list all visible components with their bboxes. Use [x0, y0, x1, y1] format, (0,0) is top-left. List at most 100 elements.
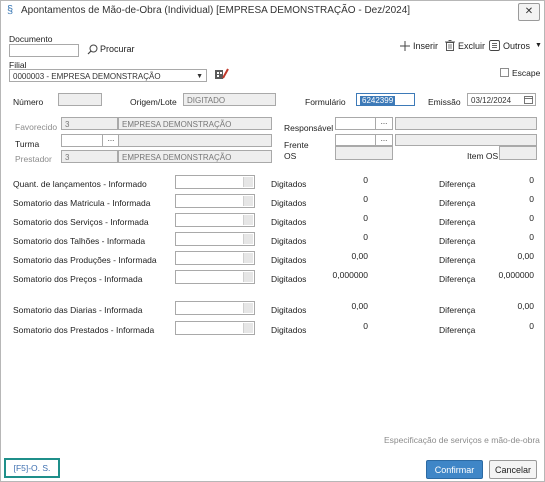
- frente-label: Frente: [284, 140, 309, 150]
- excluir-label: Excluir: [458, 41, 486, 51]
- diferenca-value: 0: [529, 213, 534, 223]
- confirmar-button[interactable]: Confirmar: [426, 460, 483, 479]
- responsavel-lookup-button[interactable]: ...: [375, 117, 393, 130]
- cancelar-button[interactable]: Cancelar: [489, 460, 537, 479]
- totals-row-label: Somatorio das Matricula - Informada: [13, 198, 151, 208]
- numero-label: Número: [13, 97, 44, 107]
- f5-os-button[interactable]: [F5]-O. S.: [4, 458, 60, 478]
- diferenca-label: Diferença: [439, 217, 476, 227]
- close-button[interactable]: ✕: [518, 3, 540, 21]
- outros-label: Outros: [503, 41, 531, 51]
- diferenca-label: Diferença: [439, 236, 476, 246]
- diferenca-value: 0,00: [517, 251, 534, 261]
- escape-checkbox[interactable]: [500, 68, 509, 77]
- totals-informado-input[interactable]: [175, 175, 255, 189]
- especificacao-label: Especificação de serviços e mão-de-obra: [384, 435, 540, 445]
- edit-company-icon: [215, 68, 229, 79]
- prestador-name: EMPRESA DEMONSTRAÇÃO: [118, 150, 272, 163]
- item-os-field: [499, 146, 537, 160]
- totals-row-label: Somatorio dos Preços - Informada: [13, 274, 143, 284]
- totals-informado-input[interactable]: [175, 194, 255, 208]
- totals-informado-input[interactable]: [175, 251, 255, 265]
- emissao-label: Emissão: [428, 97, 461, 107]
- responsavel-name: [395, 117, 537, 130]
- digitados-value: 0: [363, 213, 368, 223]
- diferenca-label: Diferença: [439, 198, 476, 208]
- totals-informado-input[interactable]: [175, 301, 255, 315]
- filial-select[interactable]: 0000003 - EMPRESA DEMONSTRAÇÃO ▼: [9, 69, 207, 82]
- calculator-icon[interactable]: [243, 215, 253, 225]
- trash-icon: [445, 40, 455, 51]
- prestador-label: Prestador: [15, 154, 52, 164]
- plus-icon: [400, 41, 410, 51]
- diferenca-label: Diferença: [439, 255, 476, 265]
- digitados-label: Digitados: [271, 198, 307, 208]
- digitados-label: Digitados: [271, 274, 307, 284]
- calculator-icon[interactable]: [243, 272, 253, 282]
- os-field: [335, 146, 393, 160]
- title-bar: § Apontamentos de Mão-de-Obra (Individua…: [1, 1, 544, 21]
- calculator-icon[interactable]: [243, 323, 253, 333]
- formulario-label: Formulário: [305, 97, 346, 107]
- item-os-label: Item OS: [467, 151, 499, 161]
- dialog-window: § Apontamentos de Mão-de-Obra (Individua…: [0, 0, 545, 482]
- calculator-icon[interactable]: [243, 234, 253, 244]
- responsavel-label: Responsável: [284, 123, 334, 133]
- calculator-icon[interactable]: [243, 253, 253, 263]
- calendar-icon: [524, 96, 533, 104]
- digitados-value: 0,000000: [332, 270, 368, 280]
- f5-os-label: [F5]-O. S.: [13, 463, 51, 473]
- origem-label: Origem/Lote: [130, 97, 177, 107]
- calculator-icon[interactable]: [243, 177, 253, 187]
- formulario-input[interactable]: 6242399: [356, 93, 415, 106]
- frente-lookup-button[interactable]: ...: [375, 134, 393, 146]
- diferenca-value: 0: [529, 321, 534, 331]
- emissao-date-input[interactable]: 03/12/2024: [467, 93, 536, 106]
- emissao-value: 03/12/2024: [471, 96, 512, 105]
- totals-row-label: Somatorio dos Talhões - Informada: [13, 236, 146, 246]
- turma-name: [118, 134, 272, 147]
- escape-label: Escape: [512, 68, 541, 78]
- chevron-down-icon: ▼: [196, 73, 203, 80]
- procurar-label: Procurar: [100, 44, 135, 54]
- diferenca-label: Diferença: [439, 325, 476, 335]
- inserir-button[interactable]: Inserir: [400, 40, 440, 54]
- chevron-down-icon: ▼: [535, 42, 542, 49]
- calculator-icon[interactable]: [243, 303, 253, 313]
- diferenca-value: 0: [529, 232, 534, 242]
- frente-name: [395, 134, 537, 146]
- prestador-code: 3: [61, 150, 118, 163]
- filial-action-button[interactable]: [214, 66, 229, 81]
- outros-button[interactable]: Outros ▼: [489, 40, 542, 54]
- digitados-label: Digitados: [271, 217, 307, 227]
- digitados-label: Digitados: [271, 179, 307, 189]
- digitados-label: Digitados: [271, 236, 307, 246]
- documento-input[interactable]: [9, 44, 79, 57]
- totals-informado-input[interactable]: [175, 270, 255, 284]
- window-title: Apontamentos de Mão-de-Obra (Individual)…: [21, 5, 411, 16]
- close-icon: ✕: [524, 6, 534, 17]
- origem-field: DIGITADO: [183, 93, 276, 106]
- digitados-label: Digitados: [271, 325, 307, 335]
- totals-informado-input[interactable]: [175, 213, 255, 227]
- list-icon: [489, 40, 500, 51]
- calculator-icon[interactable]: [243, 196, 253, 206]
- turma-label: Turma: [15, 139, 40, 149]
- documento-label: Documento: [9, 34, 53, 44]
- favorecido-name: EMPRESA DEMONSTRAÇÃO: [118, 117, 272, 130]
- totals-row-label: Somatorio das Produções - Informada: [13, 255, 157, 265]
- diferenca-label: Diferença: [439, 179, 476, 189]
- totals-row-label: Somatorio dos Serviços - Informada: [13, 217, 149, 227]
- totals-informado-input[interactable]: [175, 232, 255, 246]
- excluir-button[interactable]: Excluir: [445, 40, 487, 54]
- search-icon: [87, 44, 98, 55]
- totals-informado-input[interactable]: [175, 321, 255, 335]
- totals-row-label: Quant. de lançamentos - Informado: [13, 179, 147, 189]
- totals-row-label: Somatorio dos Prestados - Informada: [13, 325, 155, 335]
- diferenca-label: Diferença: [439, 305, 476, 315]
- diferenca-value: 0: [529, 194, 534, 204]
- diferenca-label: Diferença: [439, 274, 476, 284]
- diferenca-value: 0,000000: [498, 270, 534, 280]
- diferenca-value: 0,00: [517, 301, 534, 311]
- os-label: OS: [284, 151, 297, 161]
